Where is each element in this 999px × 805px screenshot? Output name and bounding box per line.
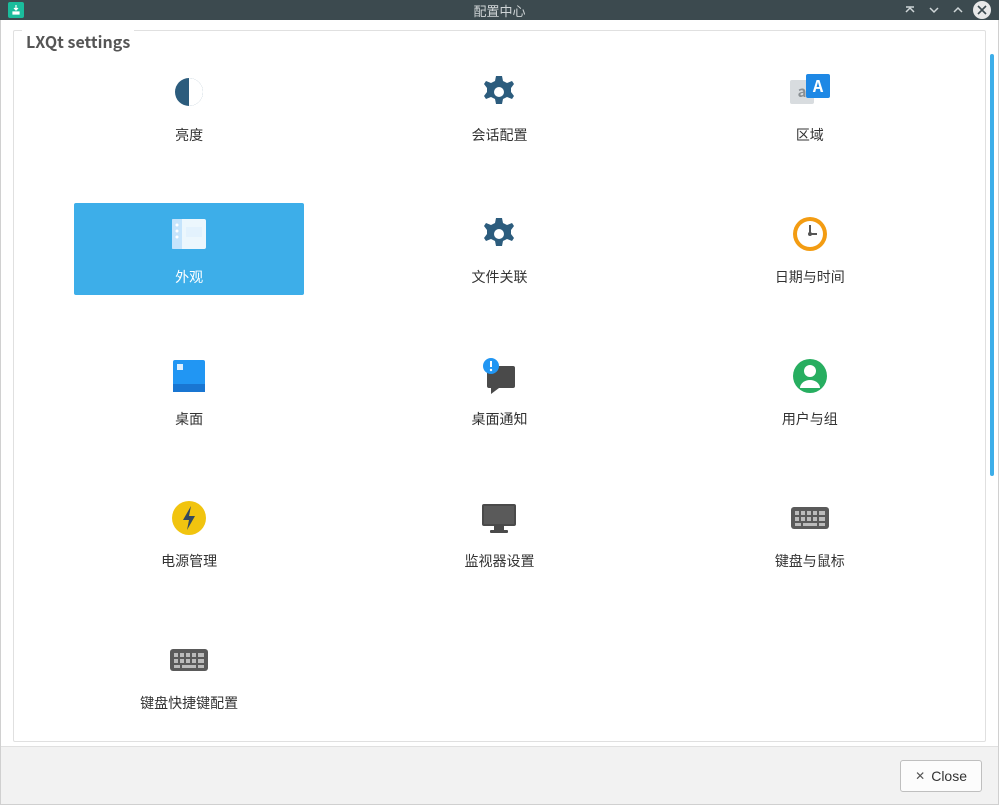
settings-item-label: 桌面通知: [471, 409, 527, 429]
keyboard-icon: [166, 637, 212, 683]
desktop-icon: [166, 353, 212, 399]
settings-item-label: 会话配置: [471, 125, 527, 145]
settings-grid: 亮度 会话配置 aA 区域外观 文件关联 日期与时间桌面 桌面通知 用户与组电源管理 监视器设置…: [74, 55, 925, 721]
settings-item-appearance[interactable]: 外观: [74, 203, 304, 295]
settings-item-label: 区域: [796, 125, 824, 145]
keyboard-icon: [787, 495, 833, 541]
settings-group: LXQt settings 亮度 会话配置 aA 区域外观 文件关联 日期与时间桌面 桌面通…: [13, 30, 986, 742]
settings-item-keyboard-mouse[interactable]: 键盘与鼠标: [695, 487, 925, 579]
clock-icon: [787, 211, 833, 257]
settings-item-brightness[interactable]: 亮度: [74, 61, 304, 153]
settings-item-label: 用户与组: [782, 409, 838, 429]
settings-item-label: 日期与时间: [775, 267, 845, 287]
settings-item-label: 键盘与鼠标: [775, 551, 845, 571]
app-icon: [6, 0, 26, 20]
settings-item-label: 键盘快捷键配置: [140, 693, 238, 713]
settings-item-label: 亮度: [175, 125, 203, 145]
settings-item-label: 监视器设置: [464, 551, 534, 571]
minimize-button[interactable]: [925, 1, 943, 19]
settings-item-users[interactable]: 用户与组: [695, 345, 925, 437]
gear-icon: [476, 211, 522, 257]
close-button-label: Close: [931, 768, 967, 784]
settings-item-monitor[interactable]: 监视器设置: [384, 487, 614, 579]
content-area: LXQt settings 亮度 会话配置 aA 区域外观 文件关联 日期与时间桌面 桌面通…: [1, 20, 998, 746]
settings-item-datetime[interactable]: 日期与时间: [695, 203, 925, 295]
close-button[interactable]: ✕ Close: [900, 760, 982, 792]
power-icon: [166, 495, 212, 541]
settings-item-session[interactable]: 会话配置: [384, 61, 614, 153]
svg-text:a: a: [797, 81, 806, 102]
settings-item-shortcuts[interactable]: 键盘快捷键配置: [74, 629, 304, 721]
settings-item-file-assoc[interactable]: 文件关联: [384, 203, 614, 295]
window-body: LXQt settings 亮度 会话配置 aA 区域外观 文件关联 日期与时间桌面 桌面通…: [0, 20, 999, 805]
maximize-button[interactable]: [949, 1, 967, 19]
settings-item-label: 桌面: [175, 409, 203, 429]
monitor-icon: [476, 495, 522, 541]
vertical-scrollbar[interactable]: [990, 54, 994, 734]
window-title: 配置中心: [0, 1, 999, 20]
settings-item-label: 电源管理: [161, 551, 217, 571]
titlebar: 配置中心: [0, 0, 999, 20]
settings-item-notifications[interactable]: 桌面通知: [384, 345, 614, 437]
settings-item-locale[interactable]: aA 区域: [695, 61, 925, 153]
settings-item-power[interactable]: 电源管理: [74, 487, 304, 579]
gear-icon: [476, 69, 522, 115]
settings-item-desktop[interactable]: 桌面: [74, 345, 304, 437]
window-close-button[interactable]: [973, 1, 991, 19]
settings-item-label: 文件关联: [471, 267, 527, 287]
settings-item-label: 外观: [175, 267, 203, 287]
scrollbar-thumb[interactable]: [990, 54, 994, 476]
brightness-icon: [166, 69, 212, 115]
dialog-footer: ✕ Close: [1, 746, 998, 804]
appearance-icon: [166, 211, 212, 257]
notification-icon: [476, 353, 522, 399]
window-controls: [901, 1, 999, 19]
close-icon: ✕: [915, 769, 925, 783]
shade-button[interactable]: [901, 1, 919, 19]
group-title: LXQt settings: [22, 29, 134, 53]
svg-text:A: A: [812, 73, 824, 97]
user-icon: [787, 353, 833, 399]
locale-icon: aA: [787, 69, 833, 115]
